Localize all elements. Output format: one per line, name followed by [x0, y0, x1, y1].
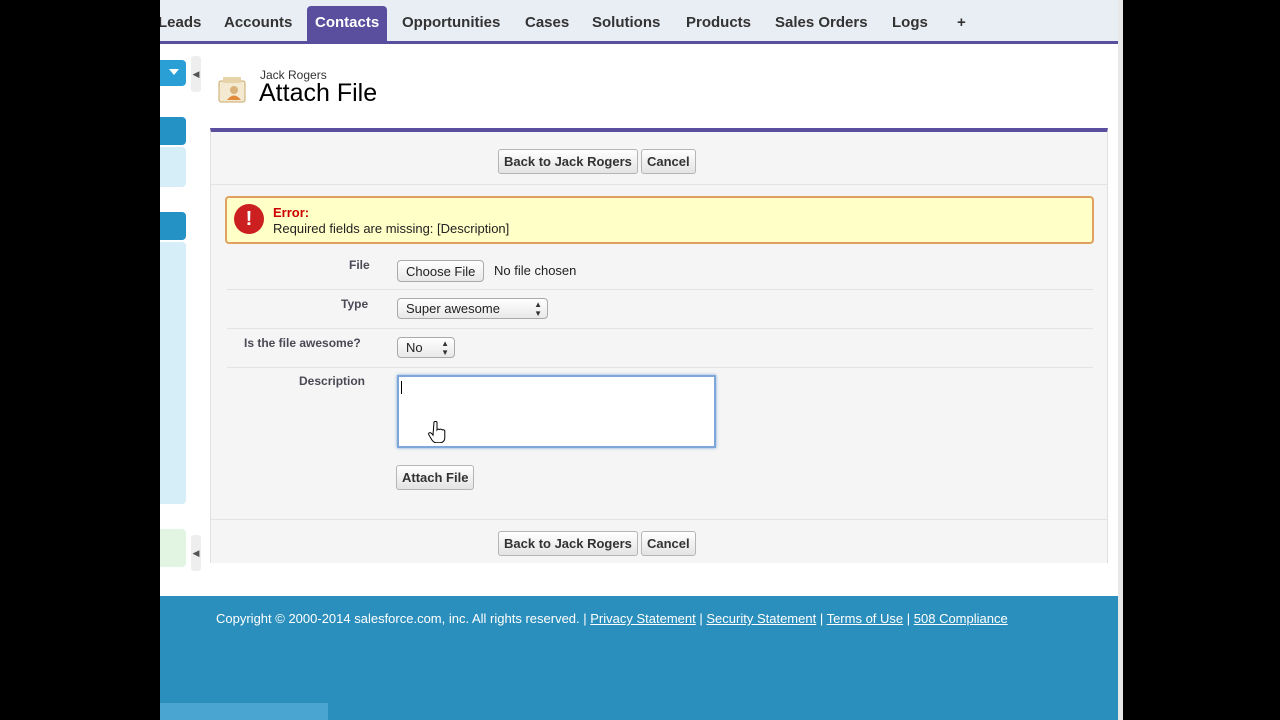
- sidebar-collapse-icon[interactable]: ◀: [191, 56, 201, 92]
- type-select[interactable]: Super awesome ▲ ▼: [397, 298, 548, 319]
- tab-opportunities[interactable]: Opportunities: [402, 6, 500, 42]
- awesome-select[interactable]: No ▲ ▼: [397, 337, 455, 358]
- hand-cursor-icon: [428, 421, 446, 443]
- divider: [211, 519, 1107, 520]
- error-icon: !: [234, 204, 264, 234]
- sidebar-section-header: [160, 117, 186, 145]
- error-text: Required fields are missing: [Descriptio…: [273, 221, 510, 236]
- select-arrows-icon: ▲ ▼: [441, 339, 449, 357]
- file-status: No file chosen: [494, 263, 577, 278]
- security-statement-link[interactable]: Security Statement: [706, 611, 816, 626]
- text-caret: [401, 381, 402, 394]
- copyright-text: Copyright © 2000-2014 salesforce.com, in…: [216, 611, 587, 626]
- tab-logs[interactable]: Logs: [892, 6, 928, 42]
- error-message: ! Error: Required fields are missing: [D…: [225, 196, 1094, 244]
- divider: [227, 367, 1093, 368]
- browser-screen: Leads Accounts Contacts Opportunities Ca…: [160, 0, 1118, 720]
- divider: [211, 184, 1107, 185]
- sidebar-section-header: [160, 212, 186, 240]
- file-label: File: [349, 258, 370, 272]
- attach-file-panel: Back to Jack Rogers Cancel ! Error: Requ…: [210, 128, 1108, 563]
- footer-strip: [160, 703, 328, 720]
- sidebar-section-body: [160, 529, 186, 567]
- sidebar-collapse-icon[interactable]: ◀: [191, 535, 201, 571]
- divider: [227, 328, 1093, 329]
- terms-of-use-link[interactable]: Terms of Use: [827, 611, 904, 626]
- cancel-button[interactable]: Cancel: [641, 531, 696, 556]
- sidebar: [160, 47, 188, 577]
- tab-bar: Leads Accounts Contacts Opportunities Ca…: [160, 0, 1118, 44]
- type-select-value: Super awesome: [406, 301, 500, 316]
- back-to-record-button[interactable]: Back to Jack Rogers: [498, 149, 638, 174]
- window-edge: [1118, 0, 1123, 720]
- back-to-record-button[interactable]: Back to Jack Rogers: [498, 531, 638, 556]
- divider: [227, 289, 1093, 290]
- tab-accounts[interactable]: Accounts: [224, 6, 292, 42]
- privacy-statement-link[interactable]: Privacy Statement: [590, 611, 696, 626]
- footer-text: Copyright © 2000-2014 salesforce.com, in…: [216, 611, 1008, 626]
- tab-sales-orders[interactable]: Sales Orders: [775, 6, 868, 42]
- error-title: Error:: [273, 205, 310, 220]
- awesome-label: Is the file awesome?: [244, 336, 361, 350]
- tab-cases[interactable]: Cases: [525, 6, 569, 42]
- tab-contacts[interactable]: Contacts: [307, 6, 388, 42]
- 508-compliance-link[interactable]: 508 Compliance: [914, 611, 1008, 626]
- type-label: Type: [341, 297, 369, 311]
- contact-card-icon: [218, 77, 246, 103]
- choose-file-button[interactable]: Choose File: [397, 260, 485, 282]
- footer: Copyright © 2000-2014 salesforce.com, in…: [160, 596, 1118, 720]
- sidebar-create-new-button[interactable]: [160, 60, 186, 86]
- attach-file-button[interactable]: Attach File: [396, 465, 475, 490]
- page-title: Attach File: [259, 79, 378, 107]
- cancel-button[interactable]: Cancel: [641, 149, 696, 174]
- sidebar-section-body: [160, 242, 186, 504]
- tab-solutions[interactable]: Solutions: [592, 6, 660, 42]
- awesome-select-value: No: [406, 340, 423, 355]
- tab-products[interactable]: Products: [686, 6, 751, 42]
- description-label: Description: [299, 374, 366, 388]
- tab-leads[interactable]: Leads: [160, 6, 201, 42]
- chevron-down-icon: [169, 69, 179, 75]
- sidebar-section-body: [160, 147, 186, 187]
- tab-add-icon[interactable]: +: [957, 6, 966, 42]
- select-arrows-icon: ▲ ▼: [534, 300, 542, 318]
